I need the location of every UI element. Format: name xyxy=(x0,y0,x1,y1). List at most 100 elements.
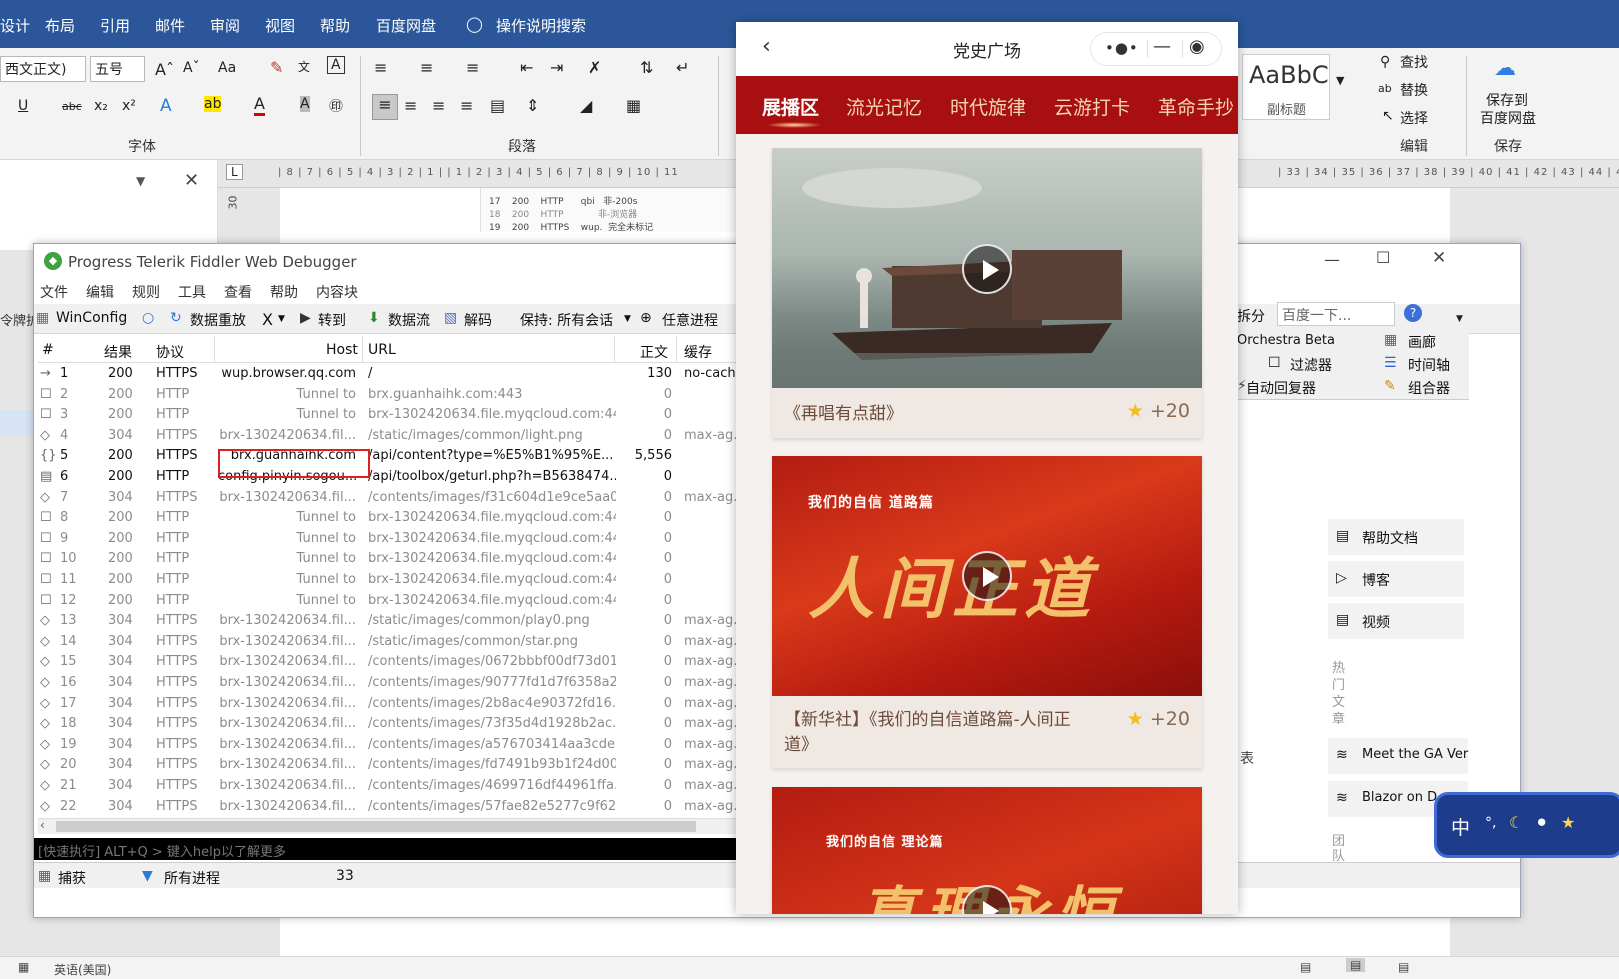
remove-button[interactable]: X xyxy=(262,310,273,329)
highlight-icon[interactable]: ab xyxy=(204,96,222,112)
stream-button[interactable]: 数据流 xyxy=(388,310,430,330)
select-icon[interactable]: ↖ xyxy=(1382,108,1394,124)
scrollbar-thumb[interactable] xyxy=(56,821,696,832)
multilevel-list-icon[interactable]: ≡ xyxy=(466,58,479,77)
menu-tools[interactable]: 工具 xyxy=(178,282,206,302)
select-button[interactable]: 选择 xyxy=(1400,108,1428,128)
menu-layout[interactable]: 布局 xyxy=(45,15,75,36)
tab-gallery[interactable]: 画廊 xyxy=(1408,332,1436,352)
table-row[interactable]: ◇ 22 304 HTTPS brx-1302420634.fil... /content… xyxy=(38,797,770,818)
chevron-down-icon[interactable]: ▼ xyxy=(278,314,285,324)
col-host[interactable]: Host xyxy=(326,342,358,358)
table-row[interactable]: ◇ 20 304 HTTPS brx-1302420634.fil... /content… xyxy=(38,755,770,776)
video-link[interactable]: ▤ 视频 xyxy=(1328,603,1464,639)
save-baidu-line1[interactable]: 保存到 xyxy=(1486,90,1528,110)
col-body[interactable]: 正文 xyxy=(640,342,668,362)
table-row[interactable]: ◇ 4 304 HTTPS brx-1302420634.fil... /static/i… xyxy=(38,426,770,447)
menu-edit[interactable]: 编辑 xyxy=(86,282,114,302)
quickexec-input[interactable]: [快速执行] ALT+Q > 键入help以了解更多 xyxy=(34,838,770,860)
video-card[interactable]: 我们的自信 道路篇 人间正道 【新华社】《我们的自信道路篇-人间正道》 ★ +2… xyxy=(772,456,1202,768)
table-row[interactable]: ◇ 16 304 HTTPS brx-1302420634.fil... /content… xyxy=(38,673,770,694)
chevron-down-icon[interactable]: ▼ xyxy=(1456,314,1463,324)
go-button[interactable]: 转到 xyxy=(318,310,346,330)
replace-button[interactable]: 替换 xyxy=(1400,80,1428,100)
tab-memories[interactable]: 流光记忆 xyxy=(846,93,922,120)
video-card[interactable]: 我们的自信 理论篇 真理永恒 xyxy=(772,787,1202,914)
table-row[interactable]: ☐ 11 200 HTTP Tunnel to brx-1302420634.file.m… xyxy=(38,570,770,591)
play-button[interactable] xyxy=(962,244,1012,294)
ime-toolbar[interactable]: 中 °, ☾ ⚫ ★ xyxy=(1434,792,1619,858)
table-row[interactable]: ◇ 14 304 HTTPS brx-1302420634.fil... /static/… xyxy=(38,632,770,653)
article-link[interactable]: ≋ Meet the GA Ver xyxy=(1328,738,1468,774)
distribute-icon[interactable]: ▤ xyxy=(490,96,505,115)
text-effect-icon[interactable]: A xyxy=(160,96,172,116)
crosshair-icon[interactable]: ⊕ xyxy=(640,310,652,326)
tab-autoresponder[interactable]: 自动回复器 xyxy=(1246,378,1316,398)
winconfig-button[interactable]: WinConfig xyxy=(56,310,127,326)
play-button[interactable] xyxy=(962,551,1012,601)
find-button[interactable]: 查找 xyxy=(1400,52,1428,72)
capture-icon[interactable]: ▦ xyxy=(38,868,51,884)
strikethrough-icon[interactable]: abc xyxy=(62,100,82,113)
video-thumbnail[interactable] xyxy=(772,148,1202,388)
superscript-icon[interactable]: x² xyxy=(122,98,136,114)
tab-timeline[interactable]: 时间轴 xyxy=(1408,355,1450,375)
close-circle-icon[interactable]: ◉ xyxy=(1189,36,1205,57)
align-right-icon[interactable]: ≡ xyxy=(432,96,445,115)
chevron-down-icon[interactable]: ▼ xyxy=(136,174,145,188)
chinese-layout-icon[interactable]: ✗ xyxy=(588,58,601,77)
skin-icon[interactable]: ⚫ xyxy=(1535,813,1548,832)
menu-view[interactable]: 查看 xyxy=(224,282,252,302)
sessions-list[interactable]: # 结果 协议 Host URL 正文 缓存 → 1 200 HTTPS wup.bro… xyxy=(38,336,770,836)
table-row[interactable]: ◇ 13 304 HTTPS brx-1302420634.fil... /static/… xyxy=(38,611,770,632)
any-process-button[interactable]: 任意进程 xyxy=(662,310,718,330)
menu-help[interactable]: 帮助 xyxy=(320,15,350,36)
subscript-icon[interactable]: x₂ xyxy=(94,98,108,114)
sort-icon[interactable]: ⇅ xyxy=(640,58,653,77)
numbering-icon[interactable]: ≡ xyxy=(420,58,433,77)
video-thumbnail[interactable]: 我们的自信 理论篇 真理永恒 xyxy=(772,787,1202,914)
find-icon[interactable]: ⚲ xyxy=(1380,54,1390,70)
col-url[interactable]: URL xyxy=(368,342,396,358)
process-filter[interactable]: 所有进程 xyxy=(164,868,220,888)
enclose-char-icon[interactable]: ㊞ xyxy=(329,96,343,116)
menu-rules[interactable]: 规则 xyxy=(132,282,160,302)
help-docs-link[interactable]: ▤ 帮助文档 xyxy=(1328,519,1464,555)
borders-icon[interactable]: ▦ xyxy=(626,96,641,115)
tab-checkin[interactable]: 云游打卡 xyxy=(1054,93,1130,120)
close-icon[interactable]: ✕ xyxy=(1432,248,1446,268)
video-thumbnail[interactable]: 我们的自信 道路篇 人间正道 xyxy=(772,456,1202,696)
table-row[interactable]: ☐ 2 200 HTTP Tunnel to brx.guanhaihk.com:443 0 xyxy=(38,385,770,406)
menu-references[interactable]: 引用 xyxy=(100,15,130,36)
status-language[interactable]: 英语(美国) xyxy=(54,961,111,978)
menu-help[interactable]: 帮助 xyxy=(270,282,298,302)
tab-melody[interactable]: 时代旋律 xyxy=(950,93,1026,120)
help-icon[interactable]: ? xyxy=(1404,304,1422,322)
col-result[interactable]: 结果 xyxy=(104,342,132,362)
punctuation-icon[interactable]: °, xyxy=(1485,815,1496,831)
menu-mailings[interactable]: 邮件 xyxy=(155,15,185,36)
print-layout-icon[interactable]: ▤ xyxy=(1346,958,1366,972)
shrink-font-icon[interactable]: Aˇ xyxy=(183,60,200,76)
table-row[interactable]: ▤ 6 200 HTTP config.pinyin.sogou.../api/tool… xyxy=(38,467,770,488)
web-layout-icon[interactable]: ▤ xyxy=(1398,960,1409,974)
tab-handcopy[interactable]: 革命手抄 xyxy=(1158,93,1234,120)
font-color-icon[interactable]: A xyxy=(254,94,265,116)
table-row[interactable]: ◇ 19 304 HTTPS brx-1302420634.fil... /content… xyxy=(38,735,770,756)
gallery-scroll-icon[interactable]: ▼ xyxy=(1336,74,1344,87)
col-caching[interactable]: 缓存 xyxy=(684,342,712,362)
table-row[interactable]: ◇ 21 304 HTTPS brx-1302420634.fil... /content… xyxy=(38,776,770,797)
capture-status[interactable]: 捕获 xyxy=(58,868,86,888)
char-border-icon[interactable]: A xyxy=(327,56,345,74)
horizontal-scrollbar[interactable]: ‹ xyxy=(38,818,770,834)
ime-mode[interactable]: 中 xyxy=(1451,813,1470,840)
tab-filters[interactable]: 过滤器 xyxy=(1290,355,1332,375)
chevron-down-icon[interactable]: ▼ xyxy=(624,314,631,324)
bullets-icon[interactable]: ≡ xyxy=(374,58,387,77)
align-left-button[interactable]: ≡ xyxy=(372,94,398,120)
table-row[interactable]: ☐ 3 200 HTTP Tunnel to brx-1302420634.file.my… xyxy=(38,405,770,426)
font-name-select[interactable]: 西文正文) xyxy=(0,56,86,82)
underline-icon[interactable]: U xyxy=(18,98,28,114)
table-row[interactable]: ☐ 12 200 HTTP Tunnel to brx-1302420634.file.m… xyxy=(38,591,770,612)
tab-orchestra[interactable]: Orchestra Beta xyxy=(1237,333,1335,348)
